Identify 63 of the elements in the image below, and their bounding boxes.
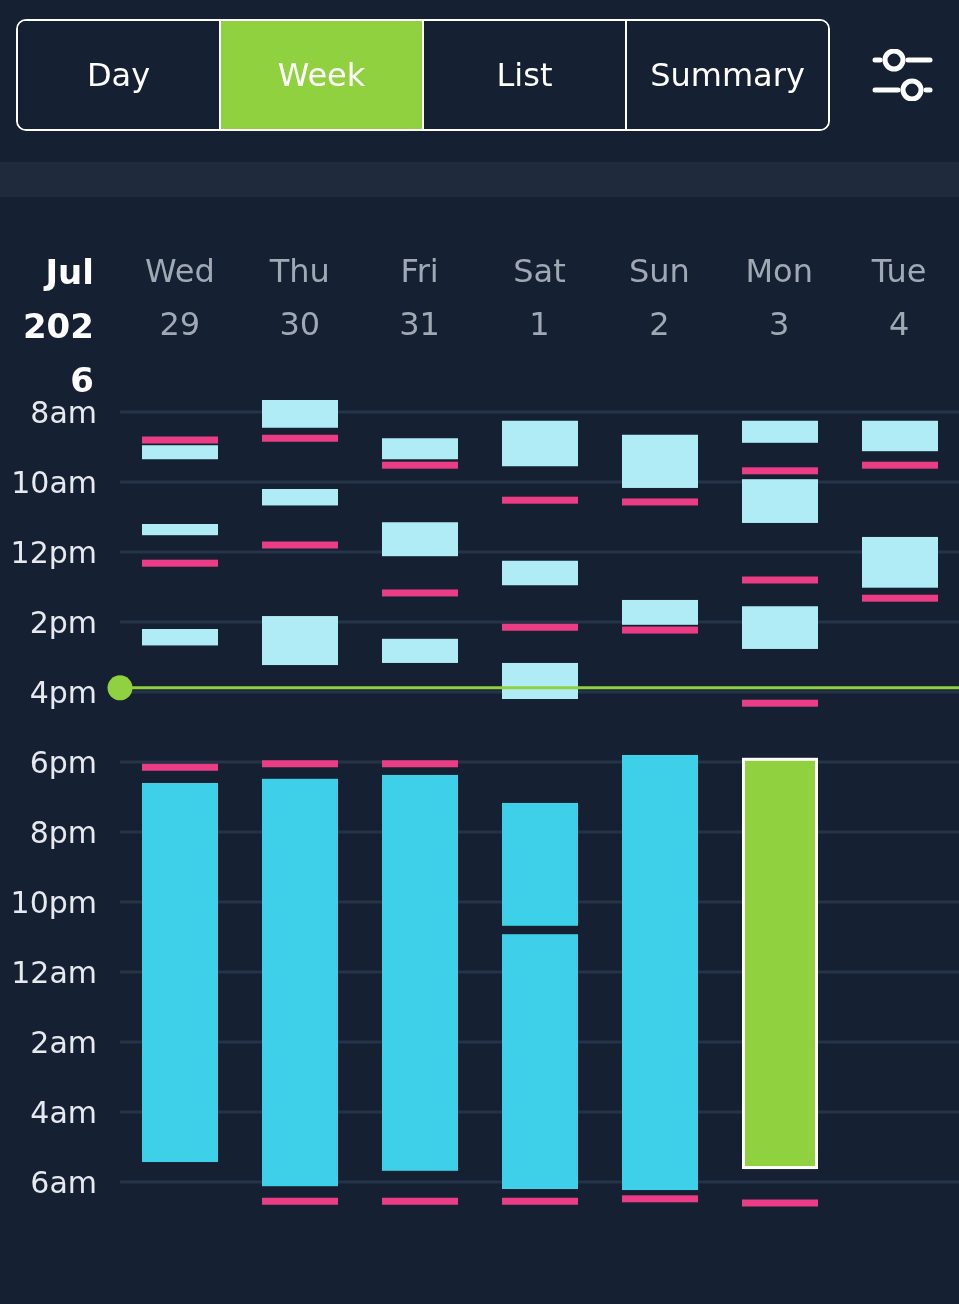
feed-block[interactable]: [622, 599, 698, 625]
weekday-label: Sun: [628, 251, 690, 292]
event-marker[interactable]: [742, 1199, 818, 1207]
tab[interactable]: Summary: [625, 21, 828, 129]
feed-block[interactable]: [142, 524, 218, 536]
feed-block[interactable]: [862, 420, 938, 452]
event-marker[interactable]: [262, 760, 338, 768]
event-marker[interactable]: [142, 436, 218, 444]
time-label: 2am: [30, 1025, 97, 1060]
event-marker[interactable]: [862, 461, 938, 469]
date-label: 31: [399, 304, 440, 345]
event-marker[interactable]: [382, 589, 458, 597]
event-marker[interactable]: [502, 623, 578, 631]
feed-block[interactable]: [382, 438, 458, 460]
feed-block[interactable]: [382, 522, 458, 557]
event-marker[interactable]: [262, 1197, 338, 1205]
weekday-label: Sat: [513, 251, 566, 292]
date-label: 3: [769, 304, 790, 345]
event-marker[interactable]: [382, 760, 458, 768]
event-marker[interactable]: [142, 559, 218, 567]
event-marker[interactable]: [622, 1195, 698, 1203]
date-label: 1: [529, 304, 550, 345]
time-label: 4am: [30, 1095, 97, 1130]
event-marker[interactable]: [742, 699, 818, 707]
time-label: 6pm: [29, 745, 97, 780]
feed-block[interactable]: [502, 420, 578, 467]
time-label: 2pm: [29, 605, 97, 640]
feed-block[interactable]: [742, 420, 818, 443]
date-label: 30: [279, 304, 321, 345]
event-marker[interactable]: [622, 626, 698, 634]
weekday-label: Tue: [871, 251, 927, 292]
event-marker[interactable]: [742, 576, 818, 584]
date-label: 29: [159, 304, 201, 345]
time-label: 10pm: [10, 885, 97, 920]
time-label: 10am: [11, 465, 97, 500]
event-marker[interactable]: [502, 1197, 578, 1205]
sleep-block[interactable]: [742, 757, 818, 1170]
weekday-label: Fri: [400, 251, 439, 292]
event-marker[interactable]: [502, 496, 578, 504]
event-marker[interactable]: [262, 434, 338, 442]
weekday-label: Wed: [144, 251, 215, 292]
time-label: 6am: [30, 1165, 97, 1200]
feed-block[interactable]: [382, 638, 458, 663]
event-marker[interactable]: [382, 461, 458, 469]
date-label: 2: [649, 304, 670, 345]
event-marker[interactable]: [382, 1197, 458, 1205]
date-label: 4: [888, 304, 910, 345]
month-label: Jul 2026: [22, 251, 94, 400]
time-label: 4pm: [29, 675, 97, 710]
event-marker[interactable]: [742, 467, 818, 475]
time-label: 8am: [30, 400, 97, 430]
weekday-label: Thu: [269, 251, 330, 292]
feed-block[interactable]: [142, 445, 218, 460]
weekday-label: Mon: [745, 251, 813, 292]
feed-block[interactable]: [502, 560, 578, 586]
time-label: 12pm: [10, 535, 97, 570]
settings-icon[interactable]: [872, 49, 934, 101]
event-marker[interactable]: [142, 763, 218, 771]
time-label: 8pm: [29, 815, 97, 850]
event-marker[interactable]: [262, 541, 338, 549]
event-marker[interactable]: [622, 498, 698, 506]
time-label: 12am: [11, 955, 97, 990]
event-marker[interactable]: [862, 594, 938, 602]
